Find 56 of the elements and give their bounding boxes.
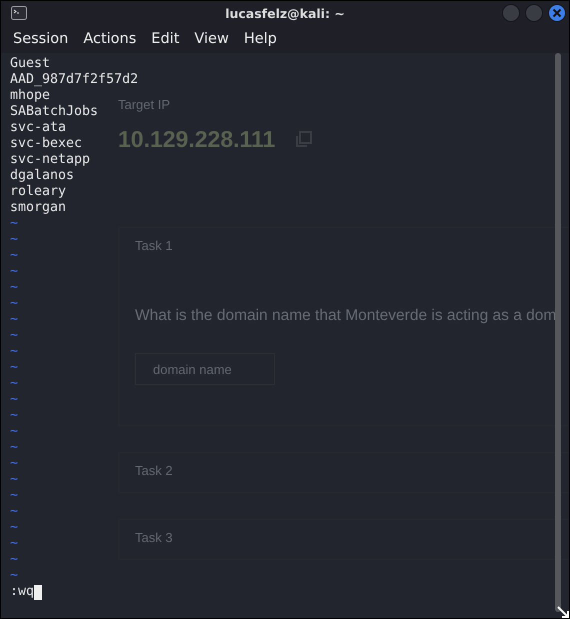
target-ip: 10.129.228.111 [118, 126, 276, 153]
close-icon [552, 8, 562, 18]
output-line: dgalanos [10, 168, 74, 184]
menu-item[interactable]: Edit [151, 31, 180, 47]
scrollbar[interactable] [555, 53, 561, 612]
output-line: SABatchJobs [10, 104, 98, 120]
task-question: What is the domain name that Monteverde is acting as a dom [135, 307, 556, 325]
empty-line-marker: ~ [10, 392, 18, 408]
output-line: roleary [10, 184, 66, 200]
resize-cursor-icon [557, 606, 569, 618]
empty-line-marker: ~ [10, 520, 18, 536]
maximize-button[interactable] [525, 4, 543, 22]
menu-item[interactable]: Actions [83, 31, 136, 47]
text-cursor [34, 584, 42, 600]
close-button[interactable] [548, 4, 566, 22]
empty-line-marker: ~ [10, 408, 18, 424]
menu-item[interactable]: Help [244, 31, 277, 47]
empty-line-marker: ~ [10, 248, 18, 264]
empty-line-marker: ~ [10, 440, 18, 456]
terminal-icon [11, 6, 27, 20]
empty-line-marker: ~ [10, 424, 18, 440]
minimize-button[interactable] [502, 4, 520, 22]
output-line: mhope [10, 88, 50, 104]
task-title: Task 3 [135, 530, 173, 545]
output-line: svc-ata [10, 120, 66, 136]
empty-line-marker: ~ [10, 328, 18, 344]
command-line[interactable]: :wq [10, 584, 34, 600]
empty-line-marker: ~ [10, 456, 18, 472]
output-line: svc-netapp [10, 152, 90, 168]
empty-line-marker: ~ [10, 264, 18, 280]
empty-line-marker: ~ [10, 296, 18, 312]
empty-line-marker: ~ [10, 552, 18, 568]
empty-line-marker: ~ [10, 568, 18, 584]
output-line: AAD_987d7f2f57d2 [10, 72, 138, 88]
menu-item[interactable]: Session [13, 31, 68, 47]
copy-icon[interactable] [295, 131, 312, 148]
output-line: smorgan [10, 200, 66, 216]
task-title: Task 2 [135, 463, 173, 478]
answer-field[interactable]: domain name [135, 353, 275, 385]
output-line: svc-bexec [10, 136, 82, 152]
empty-line-marker: ~ [10, 344, 18, 360]
empty-line-marker: ~ [10, 360, 18, 376]
empty-line-marker: ~ [10, 216, 18, 232]
empty-line-marker: ~ [10, 472, 18, 488]
empty-line-marker: ~ [10, 376, 18, 392]
empty-line-marker: ~ [10, 488, 18, 504]
menu-item[interactable]: View [194, 31, 229, 47]
empty-line-marker: ~ [10, 504, 18, 520]
output-line: Guest [10, 56, 50, 72]
target-label: Target IP [118, 97, 170, 112]
empty-line-marker: ~ [10, 232, 18, 248]
window-title: lucasfelz@kali: ~ [225, 6, 345, 20]
empty-line-marker: ~ [10, 312, 18, 328]
empty-line-marker: ~ [10, 280, 18, 296]
task-title: Task 1 [135, 238, 173, 253]
empty-line-marker: ~ [10, 536, 18, 552]
